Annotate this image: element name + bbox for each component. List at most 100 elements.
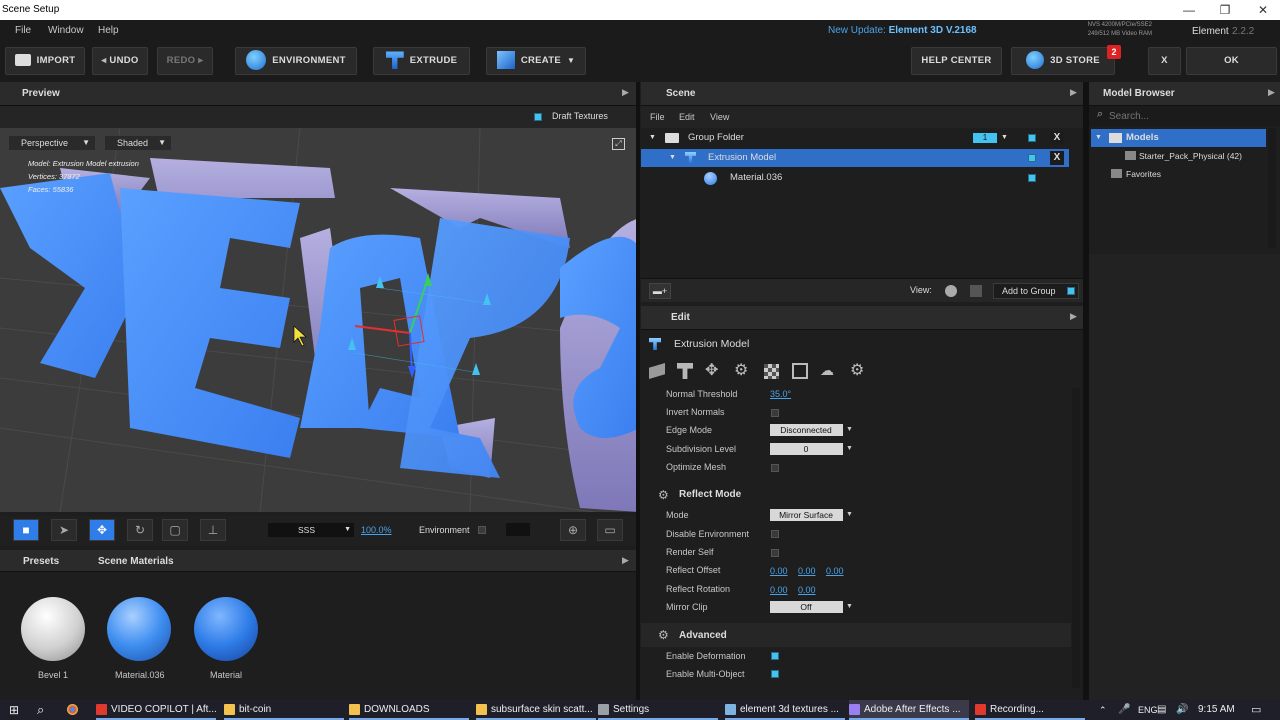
camera-tool-button[interactable]: ■ (13, 519, 39, 541)
microphone-icon[interactable]: 🎤 (1118, 700, 1130, 720)
checker-icon[interactable] (764, 364, 779, 379)
browser-item-favorites[interactable]: Favorites (1091, 165, 1266, 183)
taskbar-app[interactable]: Recording... (975, 700, 1085, 720)
panel-divider[interactable] (636, 82, 640, 700)
edit-scrollbar[interactable] (1072, 388, 1080, 688)
redo-button[interactable]: REDO ▸ (157, 47, 213, 75)
gears-icon[interactable]: ⚙ (734, 360, 748, 380)
taskbar-app[interactable]: VIDEO COPILOT | Aft... (96, 700, 217, 720)
multi-object-icon[interactable] (792, 363, 808, 379)
chevron-right-icon[interactable]: ▶ (1268, 87, 1275, 98)
move-icon[interactable]: ✥ (705, 360, 718, 380)
material-swatch-material[interactable] (194, 597, 258, 661)
tree-row-group-folder[interactable]: ▼ Group Folder 1 ▼ X (641, 129, 1069, 147)
target-button[interactable]: ⊕ (560, 519, 586, 541)
ok-button[interactable]: OK (1186, 47, 1277, 75)
delete-icon[interactable]: X (1050, 151, 1064, 165)
clock[interactable]: 9:15 AM (1198, 700, 1235, 720)
draft-textures-checkbox[interactable] (534, 113, 542, 121)
new-folder-icon[interactable]: ▬+ (649, 283, 671, 299)
help-center-button[interactable]: HELP CENTER (911, 47, 1002, 75)
disable-environment-checkbox[interactable] (771, 530, 779, 538)
environment-swatch[interactable] (506, 523, 530, 536)
subdivision-level-select[interactable]: 0 ▼ (770, 443, 856, 455)
volume-icon[interactable]: 🔊 (1176, 700, 1188, 720)
extrude-settings-icon[interactable] (677, 363, 693, 379)
move-tool-button[interactable]: ✥ (89, 519, 115, 541)
chevron-right-icon[interactable]: ▶ (622, 87, 629, 98)
extrude-button[interactable]: EXTRUDE (373, 47, 470, 75)
enable-multi-object-checkbox[interactable] (771, 670, 779, 678)
taskbar-app[interactable]: bit-coin (224, 700, 344, 720)
edge-mode-select[interactable]: Disconnected ▼ (770, 424, 856, 436)
undo-button[interactable]: ◂ UNDO (92, 47, 148, 75)
delete-icon[interactable]: X (1050, 131, 1064, 145)
tree-row-material[interactable]: Material.036 (641, 169, 1069, 187)
import-button[interactable]: IMPORT (5, 47, 85, 75)
browser-item-starter-pack[interactable]: Starter_Pack_Physical (42) (1091, 147, 1266, 165)
minimize-button[interactable]: — (1174, 0, 1204, 20)
maximize-viewport-icon[interactable]: ⤢ (612, 138, 625, 150)
tray-lang[interactable]: ENG (1138, 700, 1158, 720)
chevron-right-icon[interactable]: ▶ (1070, 311, 1077, 322)
wire-view-icon[interactable] (970, 285, 982, 297)
enable-deformation-checkbox[interactable] (771, 652, 779, 660)
camera-dropdown[interactable]: Perspective ▼ (8, 135, 96, 151)
taskbar-app[interactable]: Adobe After Effects ... (849, 700, 969, 720)
chevron-right-icon[interactable]: ▶ (622, 555, 629, 566)
taskbar-app[interactable]: DOWNLOADS (349, 700, 469, 720)
restore-button[interactable]: ❐ (1210, 0, 1240, 20)
normal-threshold-value[interactable]: 35.0° (770, 389, 791, 399)
shading-dropdown[interactable]: Shaded ▼ (104, 135, 172, 151)
visibility-checkbox[interactable] (1028, 134, 1036, 142)
taskbar-app[interactable]: subsurface skin scatt... (476, 700, 596, 720)
close-button[interactable]: X (1148, 47, 1181, 75)
reflect-mode-select[interactable]: Mirror Surface ▼ (770, 509, 856, 521)
browser-item-models[interactable]: ▼ Models (1091, 129, 1266, 147)
rotate-tool-button[interactable]: ↻ (127, 519, 153, 541)
deform-icon[interactable]: ☁ (820, 362, 834, 379)
update-notice[interactable]: New Update: Element 3D V.2168 (828, 25, 977, 36)
menu-file[interactable]: File (15, 25, 31, 36)
material-swatch-bevel-1[interactable] (21, 597, 85, 661)
scene-menu-edit[interactable]: Edit (679, 112, 695, 122)
taskbar-app[interactable]: element 3d textures ... (725, 700, 845, 720)
display-button[interactable]: ▭ (597, 519, 623, 541)
select-tool-button[interactable]: ➤ (51, 519, 77, 541)
render-self-checkbox[interactable] (771, 549, 779, 557)
optimize-mesh-checkbox[interactable] (771, 464, 779, 472)
windows-start-icon[interactable]: ⊞ (9, 700, 19, 720)
bevel-icon[interactable] (649, 363, 665, 379)
reflect-offset-y[interactable]: 0.00 (798, 566, 816, 576)
tray-chevron-up-icon[interactable]: ⌃ (1099, 700, 1107, 720)
tree-row-extrusion-model[interactable]: ▼ Extrusion Model X (641, 149, 1069, 167)
tab-presets[interactable]: Presets (23, 556, 59, 567)
reflect-rotation-y[interactable]: 0.00 (798, 585, 816, 595)
network-icon[interactable]: ▤ (1157, 700, 1166, 720)
invert-normals-checkbox[interactable] (771, 409, 779, 417)
search-icon[interactable]: ⌕ (37, 700, 44, 720)
mirror-clip-select[interactable]: Off ▼ (770, 601, 856, 613)
environment-button[interactable]: ENVIRONMENT (235, 47, 357, 75)
gear-icon[interactable]: ⚙ (850, 360, 864, 380)
chevron-down-icon[interactable]: ▼ (649, 129, 656, 147)
scale-tool-button[interactable]: ▢ (162, 519, 188, 541)
sphere-view-icon[interactable] (945, 285, 957, 297)
reflect-offset-x[interactable]: 0.00 (770, 566, 788, 576)
material-swatch-material-036[interactable] (107, 597, 171, 661)
3d-store-button[interactable]: 3D STORE (1011, 47, 1115, 75)
search-input[interactable] (1109, 109, 1274, 123)
reflect-rotation-x[interactable]: 0.00 (770, 585, 788, 595)
browser-scrollbar[interactable] (1268, 128, 1276, 248)
chevron-down-icon[interactable]: ▼ (669, 149, 676, 167)
add-to-group-button[interactable]: Add to Group (993, 283, 1079, 299)
chevron-down-icon[interactable]: ▼ (1095, 129, 1102, 147)
visibility-checkbox[interactable] (1028, 154, 1036, 162)
chevron-right-icon[interactable]: ▶ (1070, 87, 1077, 98)
close-window-button[interactable]: ✕ (1248, 0, 1278, 20)
axis-tool-button[interactable]: ⊥ (200, 519, 226, 541)
chevron-down-icon[interactable]: ▼ (1001, 129, 1008, 147)
sampling-dropdown[interactable]: SSS ▼ (268, 523, 354, 537)
reflect-offset-z[interactable]: 0.00 (826, 566, 844, 576)
chrome-icon[interactable] (67, 700, 82, 720)
